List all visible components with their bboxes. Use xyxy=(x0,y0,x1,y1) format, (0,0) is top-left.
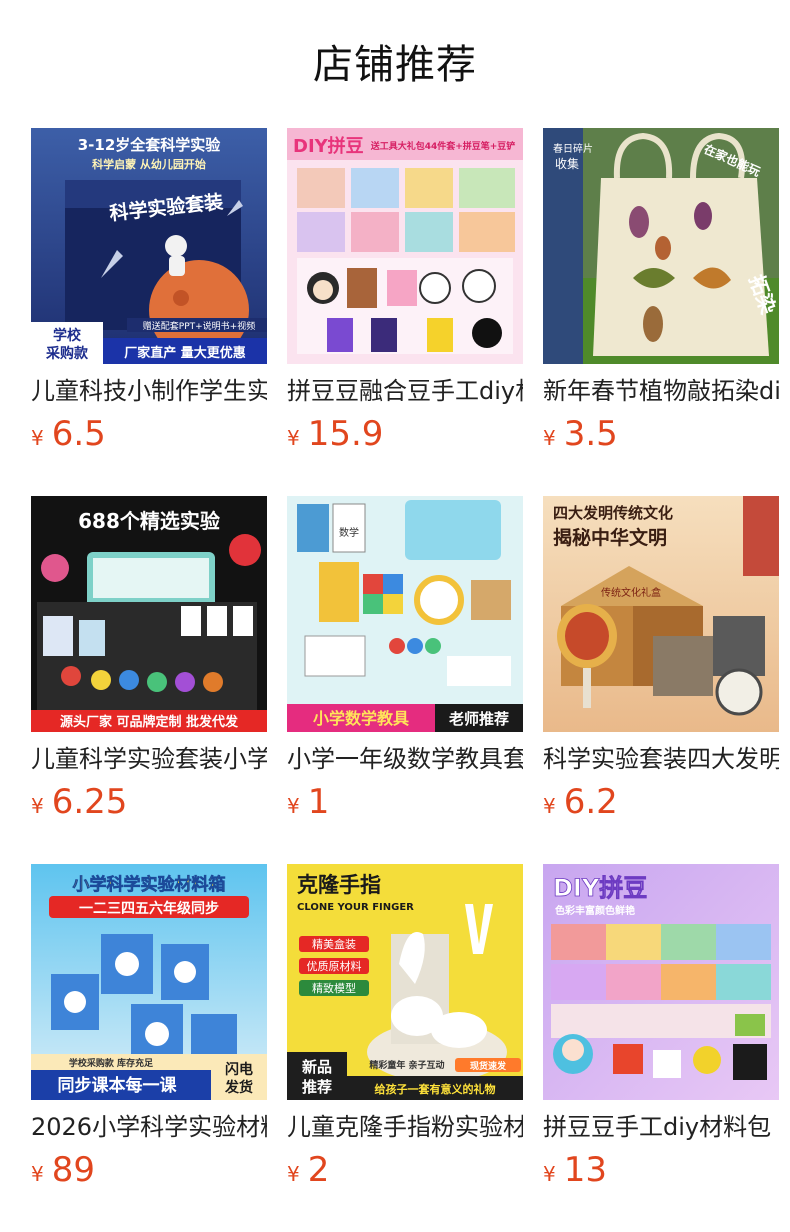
product-name[interactable]: 拼豆豆融合豆手工diy材料 xyxy=(287,376,523,406)
product-card[interactable]: 小学科学实验材料箱 一二三四五六年级同步 学校采购款 库存充足 同步课本每一课 … xyxy=(31,864,267,1232)
image-text: 送工具大礼包44件套+拼豆笔+豆铲 xyxy=(370,140,516,152)
price-amount: 15.9 xyxy=(307,414,384,454)
image-text: 学校采购款 库存充足 xyxy=(69,1057,154,1069)
image-text: 克隆手指 xyxy=(297,873,381,897)
image-text: 厂家直产 量大更优惠 xyxy=(124,345,246,361)
image-text: 推荐 xyxy=(302,1078,332,1096)
product-image[interactable]: 春日碎片 收集 在家也能玩 拓染 xyxy=(543,128,779,364)
image-text: 发货 xyxy=(224,1079,253,1096)
product-name[interactable]: 新年春节植物敲拓染diy材料 xyxy=(543,376,779,406)
product-image[interactable]: 小学科学实验材料箱 一二三四五六年级同步 学校采购款 库存充足 同步课本每一课 … xyxy=(31,864,267,1100)
product-grid: 3-12岁全套科学实验 科学启蒙 从幼儿园开始 科学实验套装 赠送配套PPT+说… xyxy=(31,128,779,1232)
image-text: 揭秘中华文明 xyxy=(553,526,667,549)
image-text: 采购款 xyxy=(45,345,89,362)
product-image[interactable]: 688个精选实验 源头厂家 可品牌定制 批发代发 xyxy=(31,496,267,732)
image-text: 收集 xyxy=(555,156,579,171)
price-amount: 6.2 xyxy=(563,782,618,822)
product-name[interactable]: 科学实验套装四大发明 xyxy=(543,744,779,774)
image-text: 一二三四五六年级同步 xyxy=(79,900,219,917)
product-name[interactable]: 拼豆豆手工diy材料包 xyxy=(543,1112,779,1142)
price-amount: 6.25 xyxy=(51,782,128,822)
product-price: ¥ 2 xyxy=(287,1148,523,1196)
image-text: 精致模型 xyxy=(312,981,356,995)
image-text: 小学数学教具 xyxy=(313,709,409,728)
image-text: 3-12岁全套科学实验 xyxy=(78,136,222,154)
currency-symbol: ¥ xyxy=(287,426,300,450)
price-amount: 89 xyxy=(51,1150,95,1190)
price-amount: 13 xyxy=(563,1150,607,1190)
product-name[interactable]: 儿童科学实验套装小学生 xyxy=(31,744,267,774)
product-card[interactable]: DIY拼豆 色彩丰富颜色鲜艳 拼豆豆手工diy材料包 ¥ 13 xyxy=(543,864,779,1232)
product-card[interactable]: 四大发明传统文化 揭秘中华文明 传统文化礼盒 科学实验套装四大发明 ¥ 6.2 xyxy=(543,496,779,864)
image-text: 源头厂家 可品牌定制 批发代发 xyxy=(60,714,239,730)
image-text: CLONE YOUR FINGER xyxy=(297,902,414,913)
image-text: 传统文化礼盒 xyxy=(601,586,661,599)
product-price: ¥ 89 xyxy=(31,1148,267,1196)
product-name[interactable]: 小学一年级数学教具套装 xyxy=(287,744,523,774)
product-image[interactable]: 数学 小学数学教具 老师推荐 xyxy=(287,496,523,732)
product-price: ¥ 6.2 xyxy=(543,780,779,828)
image-text: 给孩子一套有意义的礼物 xyxy=(375,1082,496,1096)
image-text: 老师推荐 xyxy=(448,710,509,728)
image-text: 同步课本每一课 xyxy=(58,1075,178,1096)
image-text: 小学科学实验材料箱 xyxy=(73,874,226,895)
product-price: ¥ 15.9 xyxy=(287,412,523,460)
product-image[interactable]: 四大发明传统文化 揭秘中华文明 传统文化礼盒 xyxy=(543,496,779,732)
product-price: ¥ 3.5 xyxy=(543,412,779,460)
image-text: 精美盒装 xyxy=(312,937,356,951)
section-title: 店铺推荐 xyxy=(313,42,477,88)
price-amount: 1 xyxy=(307,782,330,822)
product-price: ¥ 6.25 xyxy=(31,780,267,828)
image-text: 四大发明传统文化 xyxy=(553,504,673,522)
image-text: 赠送配套PPT+说明书+视频 xyxy=(143,320,255,332)
price-amount: 2 xyxy=(307,1150,330,1190)
product-price: ¥ 6.5 xyxy=(31,412,267,460)
shop-recommendations-header: 店铺推荐 xyxy=(0,0,790,128)
product-card[interactable]: 3-12岁全套科学实验 科学启蒙 从幼儿园开始 科学实验套装 赠送配套PPT+说… xyxy=(31,128,267,496)
product-name[interactable]: 儿童科技小制作学生实验材料 xyxy=(31,376,267,406)
product-card[interactable]: 克隆手指 CLONE YOUR FINGER 精美盒装 优质原材料 精致模型 新… xyxy=(287,864,523,1232)
price-amount: 6.5 xyxy=(51,414,106,454)
currency-symbol: ¥ xyxy=(287,1162,300,1186)
product-image[interactable]: DIY拼豆 色彩丰富颜色鲜艳 xyxy=(543,864,779,1100)
image-text: 688个精选实验 xyxy=(78,509,220,533)
image-text: 春日碎片 xyxy=(553,142,593,155)
image-text: 数学 xyxy=(339,526,359,539)
currency-symbol: ¥ xyxy=(31,426,44,450)
product-card[interactable]: 数学 小学数学教具 老师推荐 小学一年级数学教具套装 xyxy=(287,496,523,864)
image-text: DIY拼豆 xyxy=(293,135,364,157)
image-text: 新品 xyxy=(302,1058,332,1076)
image-text: 学校 xyxy=(53,327,82,344)
product-name[interactable]: 儿童克隆手指粉实验材料 xyxy=(287,1112,523,1142)
product-image[interactable]: DIY拼豆 送工具大礼包44件套+拼豆笔+豆铲 xyxy=(287,128,523,364)
product-card[interactable]: 春日碎片 收集 在家也能玩 拓染 新年春节植物敲拓染diy材料 ¥ 3.5 xyxy=(543,128,779,496)
product-image[interactable]: 3-12岁全套科学实验 科学启蒙 从幼儿园开始 科学实验套装 赠送配套PPT+说… xyxy=(31,128,267,364)
currency-symbol: ¥ xyxy=(543,794,556,818)
image-text: 精彩童年 亲子互动 xyxy=(369,1059,444,1071)
image-text: 闪电 xyxy=(225,1061,253,1078)
currency-symbol: ¥ xyxy=(287,794,300,818)
product-price: ¥ 1 xyxy=(287,780,523,828)
product-image[interactable]: 克隆手指 CLONE YOUR FINGER 精美盒装 优质原材料 精致模型 新… xyxy=(287,864,523,1100)
currency-symbol: ¥ xyxy=(31,794,44,818)
image-text: 色彩丰富颜色鲜艳 xyxy=(555,904,635,917)
product-card[interactable]: 688个精选实验 源头厂家 可品牌定制 批发代发 儿童科学实验套装小学 ¥ 6.… xyxy=(31,496,267,864)
image-text: 优质原材料 xyxy=(307,959,362,973)
currency-symbol: ¥ xyxy=(31,1162,44,1186)
image-text: DIY拼豆 xyxy=(553,874,647,902)
currency-symbol: ¥ xyxy=(543,426,556,450)
currency-symbol: ¥ xyxy=(543,1162,556,1186)
product-price: ¥ 13 xyxy=(543,1148,779,1196)
product-name[interactable]: 2026小学科学实验材料箱 xyxy=(31,1112,267,1142)
product-card[interactable]: DIY拼豆 送工具大礼包44件套+拼豆笔+豆铲 拼豆豆融合豆手工diy ¥ 15… xyxy=(287,128,523,496)
image-text: 现货速发 xyxy=(470,1060,507,1072)
image-text: 科学启蒙 从幼儿园开始 xyxy=(92,157,206,171)
price-amount: 3.5 xyxy=(563,414,618,454)
